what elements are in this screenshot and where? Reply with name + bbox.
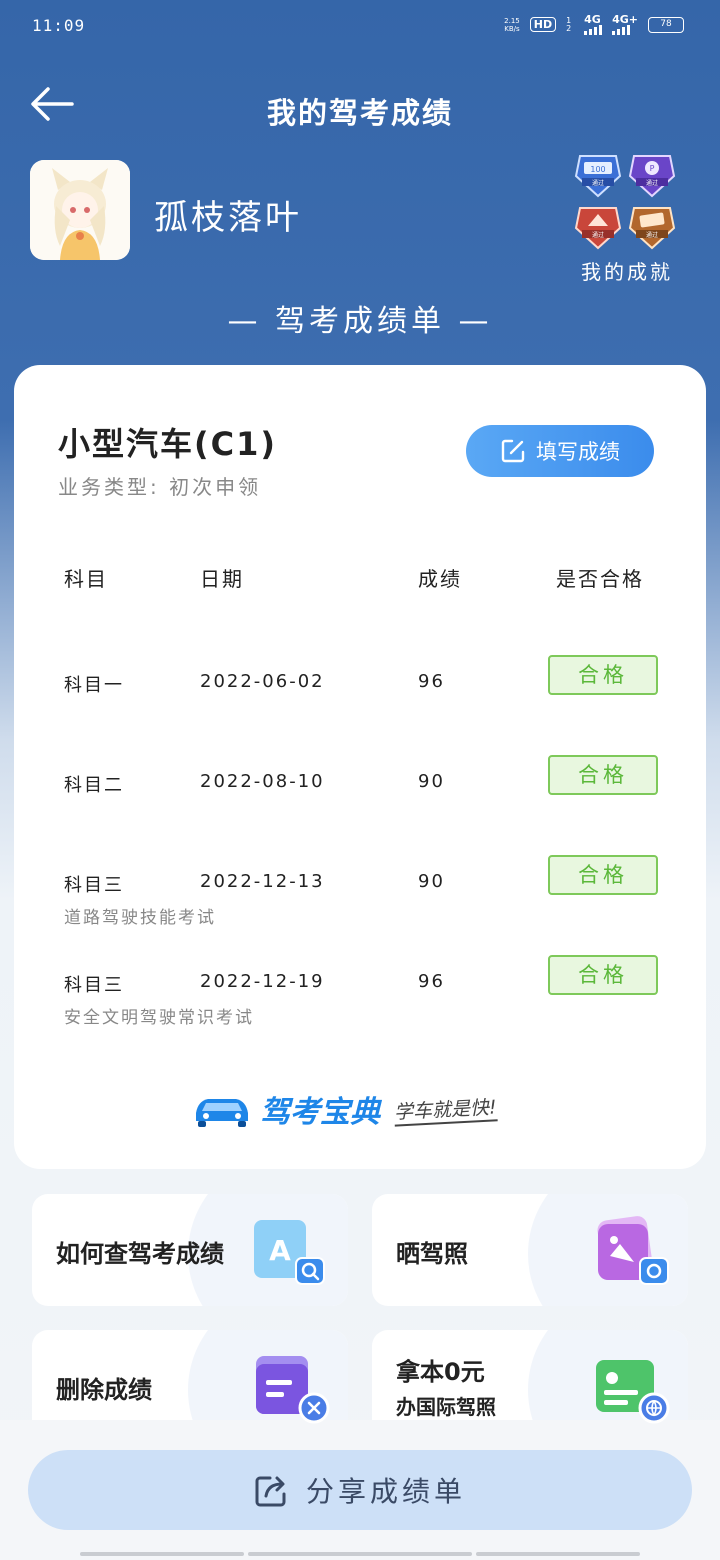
svg-text:P: P	[650, 164, 655, 173]
delete-document-icon	[256, 1356, 330, 1424]
score-card: 小型汽车(C1) 业务类型: 初次申领 填写成绩 科目 日期 成绩 是否合格 科…	[14, 365, 706, 1169]
avatar-image	[30, 160, 130, 260]
row-score: 90	[418, 871, 445, 892]
badge-blue-icon: 100 通过	[574, 155, 622, 198]
row-date: 2022-12-13	[200, 871, 325, 892]
row-date: 2022-12-19	[200, 971, 325, 992]
signal-bars-icon	[584, 25, 603, 35]
col-score: 成绩	[418, 567, 462, 591]
battery-icon: 78	[648, 16, 684, 33]
achievements-label: 我的成就	[581, 260, 673, 284]
nav-header: 我的驾考成绩	[0, 70, 720, 140]
row-score: 96	[418, 671, 445, 692]
page-title: 我的驾考成绩	[266, 96, 453, 130]
table-row: 科目二 2022-08-10 90 合格	[14, 755, 706, 851]
svg-text:通过: 通过	[592, 231, 604, 239]
svg-text:通过: 通过	[592, 179, 604, 187]
tile-delete-label: 删除成绩	[56, 1376, 152, 1404]
col-date: 日期	[200, 567, 244, 591]
signal-bars-icon	[612, 25, 631, 35]
table-row: 科目三 2022-12-13 90 合格 道路驾驶技能考试	[14, 855, 706, 951]
photo-camera-icon	[597, 1216, 669, 1285]
fill-score-button[interactable]: 填写成绩	[466, 425, 654, 477]
table-row: 科目三 2022-12-19 96 合格 安全文明驾驶常识考试	[14, 955, 706, 1051]
row-subject: 科目一	[64, 675, 124, 696]
row-note: 道路驾驶技能考试	[64, 908, 216, 928]
achievements[interactable]: 100 通过 P 通过 通过 通过 我的成就	[574, 152, 680, 285]
status-indicators: 2.15 KB/s HD 1 2 4G 4G+ 78	[504, 14, 684, 35]
hd-sim-label: 1 2	[566, 15, 572, 33]
col-subject: 科目	[64, 567, 108, 591]
gesture-bar	[248, 1552, 472, 1556]
row-subject: 科目三	[64, 875, 124, 896]
row-score: 96	[418, 971, 445, 992]
edit-icon	[501, 439, 525, 463]
report-title: — 驾考成绩单 —	[227, 304, 493, 339]
hd-icon: HD	[529, 17, 557, 32]
share-report-label: 分享成绩单	[305, 1476, 466, 1507]
tile-query-label: 如何查驾考成绩	[56, 1240, 224, 1268]
col-pass: 是否合格	[556, 567, 644, 591]
row-note: 安全文明驾驶常识考试	[64, 1008, 254, 1028]
badge-orange-icon: 通过	[628, 207, 676, 250]
tile-query-score[interactable]: 如何查驾考成绩 A	[32, 1194, 348, 1306]
business-type: 业务类型: 初次申领	[58, 475, 262, 499]
signal-1: 4G	[584, 14, 603, 35]
row-date: 2022-06-02	[200, 671, 325, 692]
tile-show-license[interactable]: 晒驾照	[372, 1194, 688, 1306]
fill-score-label: 填写成绩	[536, 441, 620, 464]
svg-text:100: 100	[590, 165, 605, 174]
brand-logo: 驾考宝典 学车就是快!	[192, 1087, 498, 1131]
network-speed: 2.15 KB/s	[504, 16, 520, 33]
status-time: 11:09	[32, 16, 86, 35]
brand-slogan: 学车就是快!	[393, 1091, 498, 1127]
avatar[interactable]	[30, 160, 130, 260]
svg-text:A: A	[269, 1234, 291, 1267]
gesture-bar	[80, 1552, 244, 1556]
tile-intl-line2: 办国际驾照	[396, 1395, 496, 1419]
row-subject: 科目二	[64, 775, 124, 796]
signal-2: 4G+	[612, 14, 638, 35]
svg-text:通过: 通过	[646, 231, 658, 239]
brand-name: 驾考宝典	[260, 1095, 380, 1130]
tile-intl-text: 拿本0元 办国际驾照	[396, 1352, 496, 1420]
tile-intl-line1: 拿本0元	[396, 1358, 485, 1386]
table-row: 科目一 2022-06-02 96 合格	[14, 655, 706, 751]
pass-badge: 合格	[548, 955, 658, 995]
table-header: 科目 日期 成绩 是否合格	[14, 563, 706, 593]
gesture-bar	[476, 1552, 640, 1556]
search-document-icon: A	[254, 1220, 325, 1285]
bottom-bar: 分享成绩单	[0, 1420, 720, 1560]
row-date: 2022-08-10	[200, 771, 325, 792]
row-score: 90	[418, 771, 445, 792]
license-globe-icon	[596, 1360, 670, 1424]
profile-section: 孤枝落叶 100 通过 P 通过 通过 通过 我的成就	[30, 155, 690, 300]
tile-show-license-label: 晒驾照	[396, 1240, 468, 1268]
svg-text:通过: 通过	[646, 179, 658, 187]
row-subject: 科目三	[64, 975, 124, 996]
share-report-button[interactable]: 分享成绩单	[28, 1450, 692, 1530]
share-icon	[255, 1476, 286, 1507]
pass-badge: 合格	[548, 755, 658, 795]
car-logo-icon	[196, 1099, 248, 1127]
badge-purple-icon: P 通过	[628, 155, 676, 198]
pass-badge: 合格	[548, 655, 658, 695]
pass-badge: 合格	[548, 855, 658, 895]
username: 孤枝落叶	[154, 198, 302, 238]
status-bar: 11:09 2.15 KB/s HD 1 2 4G 4G+ 78	[0, 0, 720, 52]
car-type: 小型汽车(C1)	[58, 425, 278, 463]
badge-red-icon: 通过	[574, 207, 622, 250]
